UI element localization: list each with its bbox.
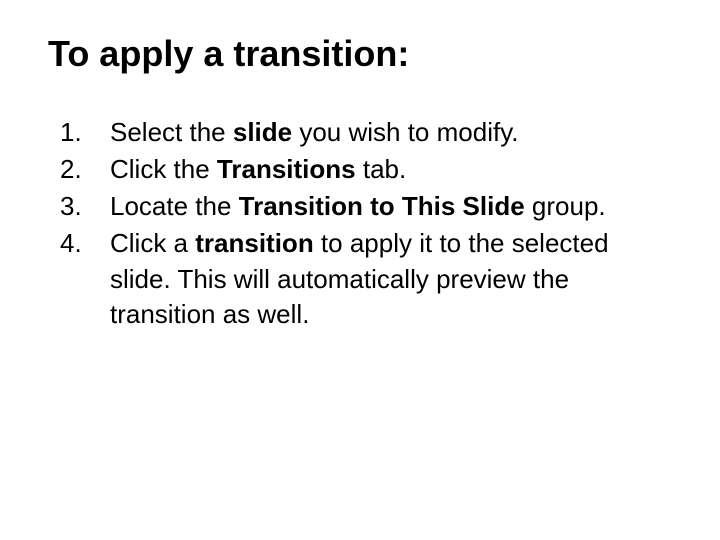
step-text: Select the — [110, 117, 233, 147]
list-item: Select the slide you wish to modify. — [48, 115, 672, 150]
step-bold: transition — [195, 228, 313, 258]
step-text: Click a — [110, 228, 195, 258]
steps-list: Select the slide you wish to modify. Cli… — [48, 115, 672, 332]
step-text: Click the — [110, 154, 217, 184]
step-text: tab. — [356, 154, 407, 184]
step-text: group. — [525, 191, 606, 221]
list-item: Click the Transitions tab. — [48, 152, 672, 187]
step-bold: slide — [233, 117, 292, 147]
list-item: Click a transition to apply it to the se… — [48, 226, 672, 331]
step-text: you wish to modify. — [292, 117, 518, 147]
list-item: Locate the Transition to This Slide grou… — [48, 189, 672, 224]
page-title: To apply a transition: — [48, 32, 672, 75]
step-bold: Transitions — [217, 154, 356, 184]
step-bold: Transition to This Slide — [239, 191, 525, 221]
step-text: Locate the — [110, 191, 239, 221]
